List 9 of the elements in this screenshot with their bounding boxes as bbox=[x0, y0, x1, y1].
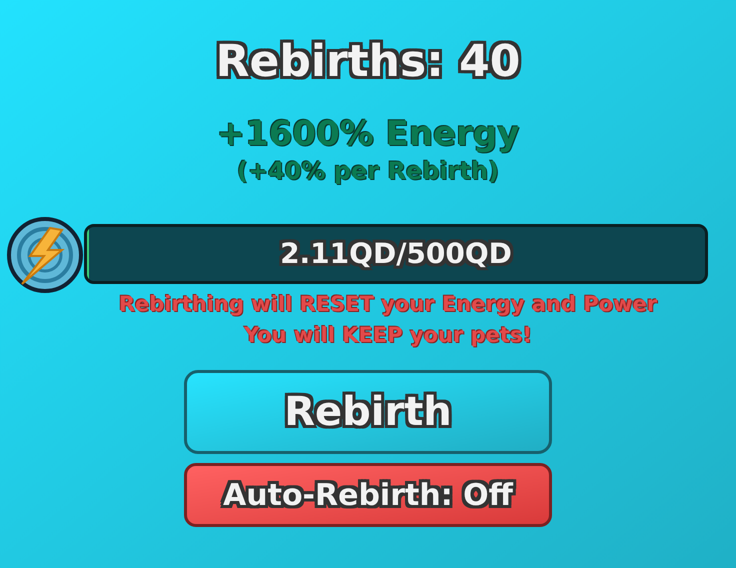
panel-title: Rebirths: 40 bbox=[216, 35, 520, 89]
bonus-note: (+40% per Rebirth) bbox=[236, 156, 500, 186]
lightning-icon bbox=[6, 216, 84, 294]
energy-bonus: +1600% Energy bbox=[216, 113, 520, 156]
progress-label: 2.11QD/500QD bbox=[280, 236, 512, 272]
keep-pets-note: You will KEEP your pets! bbox=[244, 322, 532, 349]
auto-rebirth-button[interactable]: Auto-Rebirth: Off bbox=[184, 463, 552, 527]
rebirth-button[interactable]: Rebirth bbox=[184, 370, 552, 454]
reset-warning: Rebirthing will RESET your Energy and Power bbox=[118, 291, 658, 318]
